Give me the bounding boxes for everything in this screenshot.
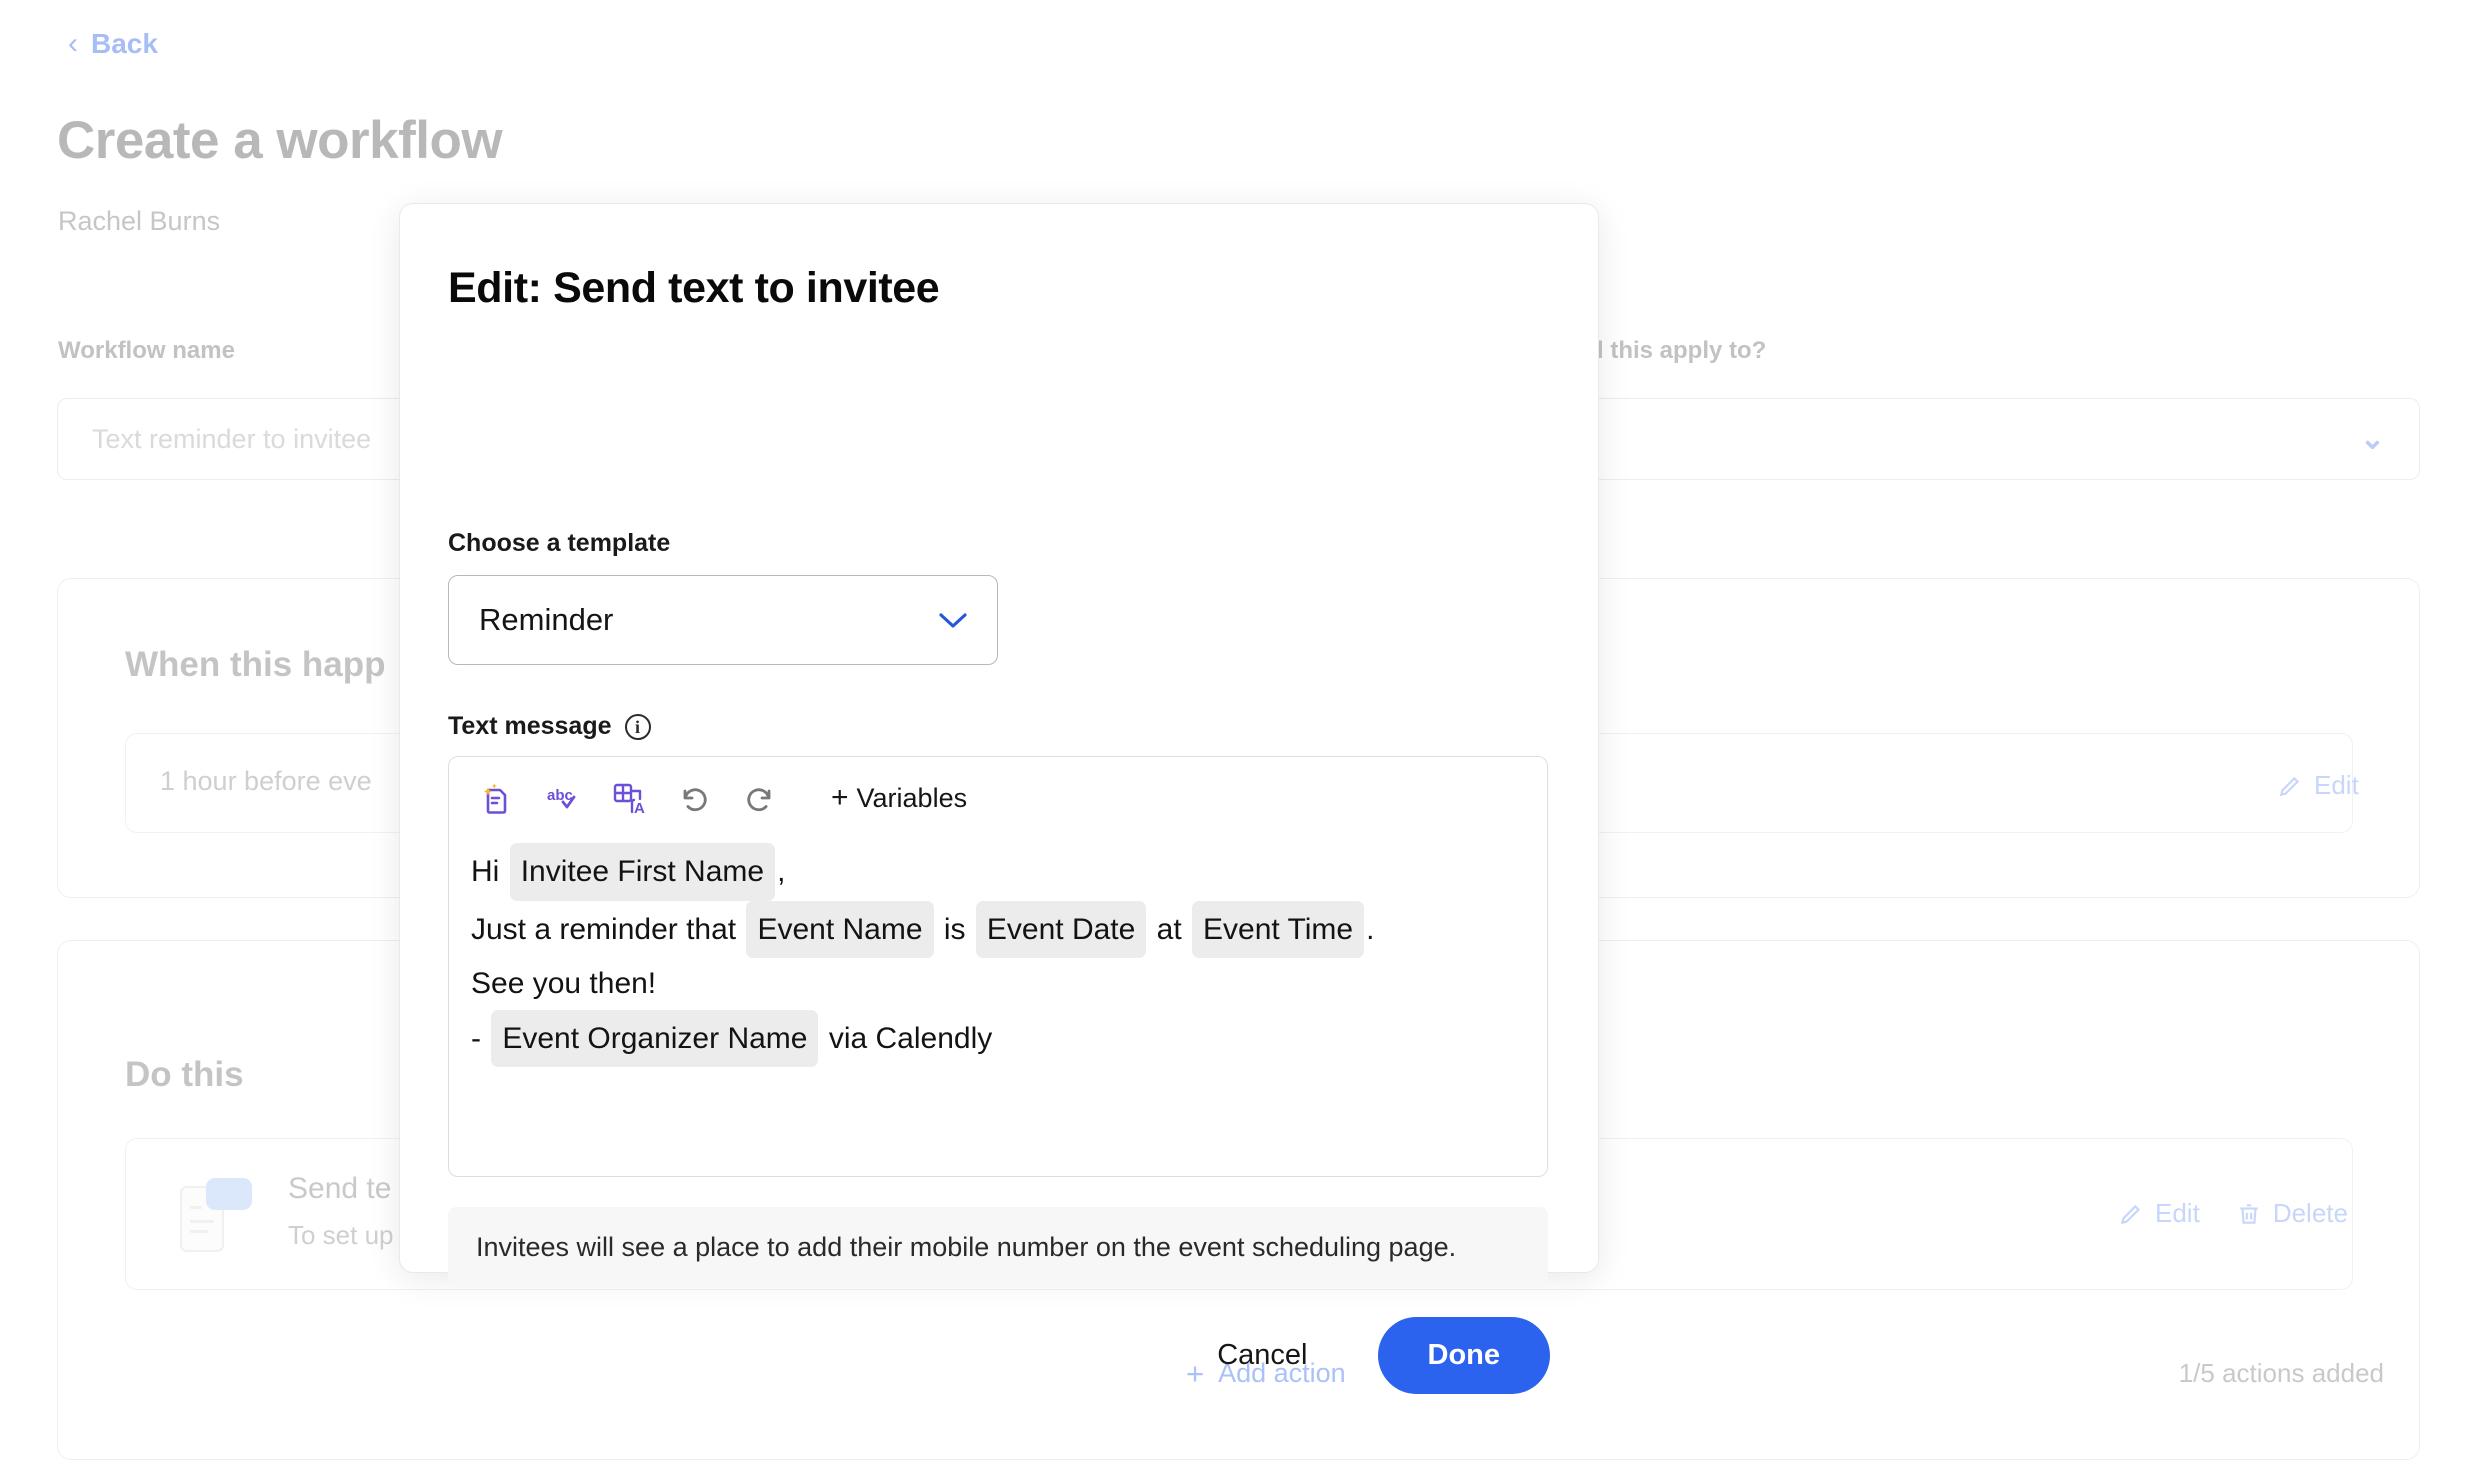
trigger-edit-label: Edit — [2314, 770, 2359, 800]
ai-write-icon[interactable] — [471, 773, 521, 823]
action-edit-button[interactable]: Edit — [2118, 1198, 2200, 1229]
editor-toolbar: abc A + Variables — [471, 771, 967, 825]
when-section-title: When this happ — [125, 645, 386, 684]
message-editor[interactable]: abc A + Variables Hi Invitee First Name … — [448, 756, 1548, 1177]
info-icon[interactable]: i — [624, 713, 651, 740]
message-line-4: - Event Organizer Name via Calendly — [471, 1009, 1527, 1068]
msg-comma: , — [777, 855, 786, 888]
chevron-left-icon: ‹ — [68, 27, 78, 60]
workflow-name-value: Text reminder to invitee — [92, 423, 372, 454]
choose-template-label: Choose a template — [448, 529, 671, 557]
trigger-text: 1 hour before eve — [160, 766, 372, 796]
modal-title: Edit: Send text to invitee — [448, 264, 940, 312]
done-button[interactable]: Done — [1377, 1317, 1550, 1394]
cancel-button[interactable]: Cancel — [1211, 1329, 1313, 1382]
svg-text:abc: abc — [547, 787, 573, 804]
back-label: Back — [91, 28, 158, 59]
pencil-icon — [2120, 1204, 2141, 1224]
msg-is: is — [943, 912, 966, 946]
trash-icon — [2240, 1203, 2258, 1224]
msg-dash: - — [471, 1021, 481, 1055]
variable-chip-event-date[interactable]: Event Date — [975, 900, 1147, 959]
edit-action-modal: Edit: Send text to invitee Choose a temp… — [399, 203, 1599, 1394]
template-select-value: Reminder — [479, 602, 614, 637]
sms-icon — [180, 1178, 252, 1256]
page-title: Create a workflow — [57, 111, 503, 170]
template-select[interactable]: Reminder — [448, 575, 998, 665]
mobile-number-notice: Invitees will see a place to add their m… — [448, 1207, 1548, 1287]
action-delete-label: Delete — [2272, 1198, 2348, 1228]
msg-hi: Hi — [471, 855, 500, 888]
modal-footer: Cancel Done — [400, 1317, 1550, 1394]
action-title: Send te — [288, 1172, 392, 1205]
back-link[interactable]: ‹ Back — [68, 28, 158, 60]
do-section-title: Do this — [125, 1055, 244, 1094]
msg-via-calendly: via Calendly — [828, 1021, 993, 1055]
message-line-3: See you then! — [471, 967, 657, 1001]
app-page: ‹ Back Create a workflow Rachel Burns Wo… — [0, 0, 2476, 1480]
variable-chip-event-organizer-name[interactable]: Event Organizer Name — [491, 1009, 819, 1068]
redo-icon[interactable] — [735, 773, 785, 823]
message-line-2: Just a reminder that Event Name is Event… — [471, 900, 1527, 959]
msg-reminder-prefix: Just a reminder that — [471, 912, 737, 946]
text-message-label: Text message — [448, 712, 612, 740]
message-line-1: Hi Invitee First Name, — [471, 843, 1527, 901]
apply-to-label: l this apply to? — [1597, 337, 1767, 364]
owner-name: Rachel Burns — [58, 206, 221, 236]
pencil-icon — [2279, 776, 2300, 796]
variables-label: Variables — [856, 782, 968, 813]
action-subtitle: To set up — [288, 1220, 394, 1250]
msg-at: at — [1156, 912, 1182, 946]
chevron-down-icon — [937, 610, 969, 630]
actions-count: 1/5 actions added — [2178, 1358, 2384, 1388]
variable-chip-event-name[interactable]: Event Name — [746, 900, 934, 959]
msg-period: . — [1366, 912, 1375, 946]
text-message-label-group: Text message i — [448, 712, 651, 741]
action-edit-label: Edit — [2155, 1198, 2200, 1228]
trigger-edit-button[interactable]: Edit — [2277, 770, 2359, 801]
spellcheck-icon[interactable]: abc — [537, 773, 587, 823]
variable-chip-event-time[interactable]: Event Time — [1192, 900, 1365, 959]
action-tools: Edit Delete — [2118, 1198, 2348, 1229]
plus-icon: + — [831, 781, 849, 814]
variable-chip-invitee-first-name[interactable]: Invitee First Name — [509, 843, 776, 901]
add-variables-button[interactable]: + Variables — [831, 783, 967, 814]
translate-icon[interactable]: A — [603, 773, 653, 823]
undo-icon[interactable] — [669, 773, 719, 823]
message-text[interactable]: Hi Invitee First Name, Just a reminder t… — [471, 843, 1527, 1068]
workflow-name-label: Workflow name — [58, 337, 235, 364]
action-delete-button[interactable]: Delete — [2236, 1198, 2348, 1229]
svg-text:A: A — [634, 800, 645, 817]
chevron-down-icon: ⌄ — [2359, 422, 2385, 456]
